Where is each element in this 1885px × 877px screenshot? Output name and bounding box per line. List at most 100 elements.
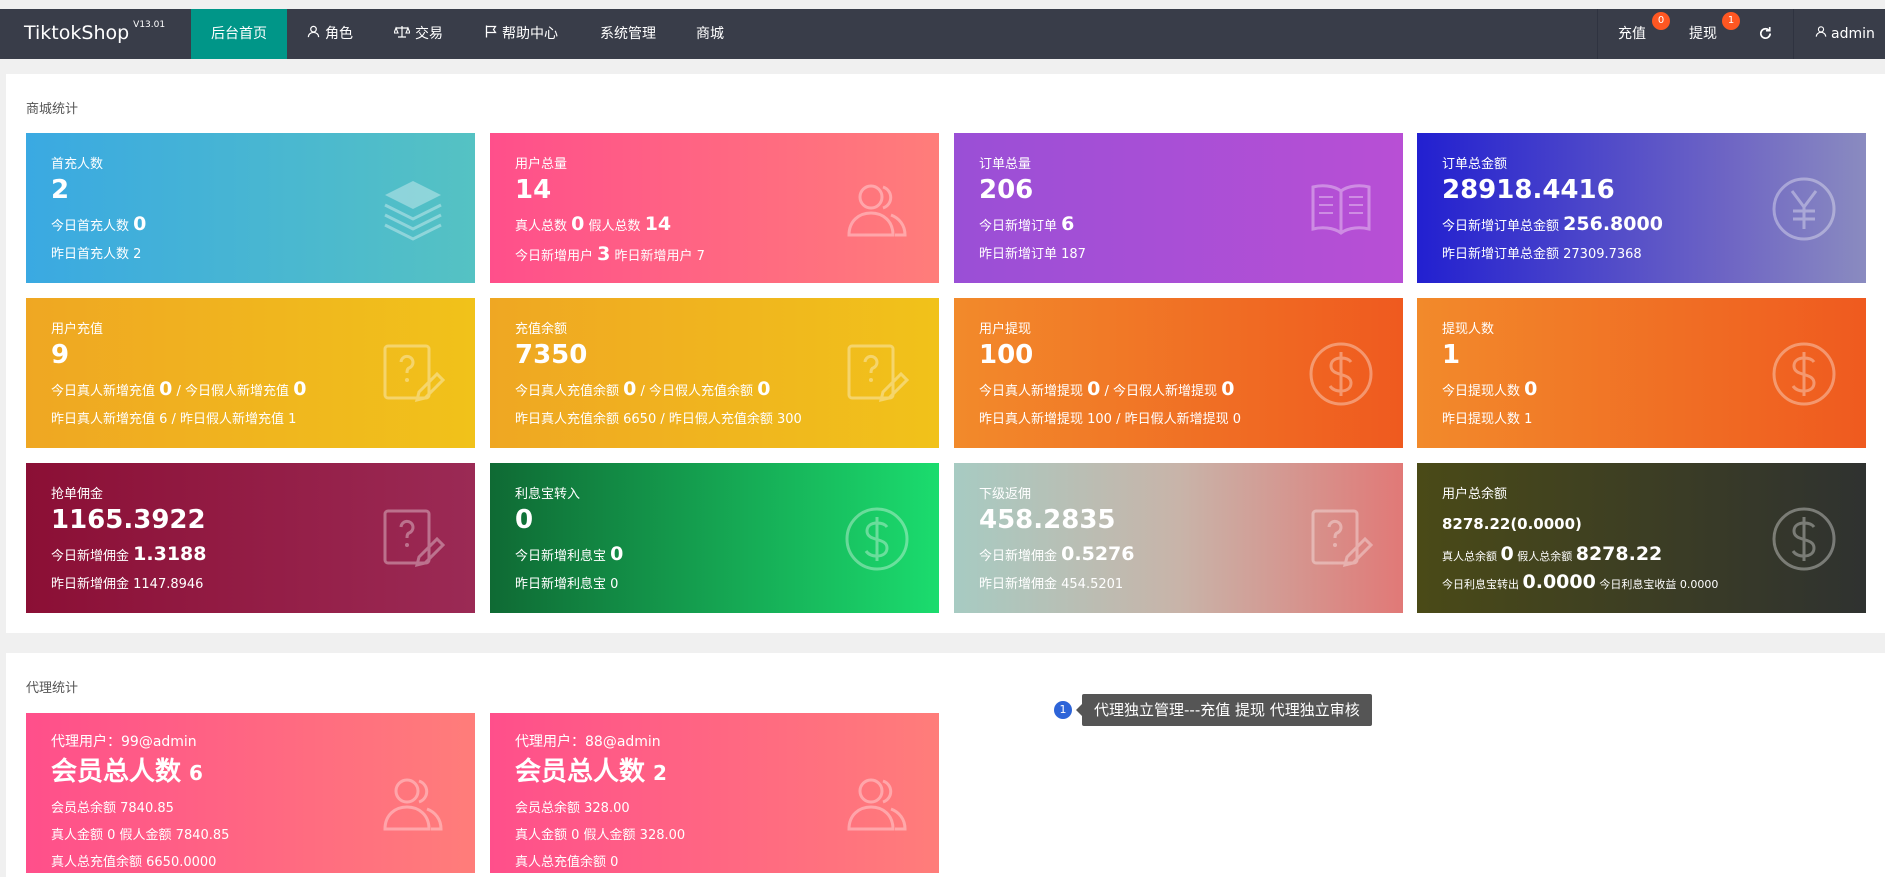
layers-icon [384, 181, 442, 241]
tooltip-number: 1 [1054, 701, 1072, 719]
card-line1: 今日新增佣金 1.3188 [51, 543, 207, 565]
card-line1: 今日首充人数 0 [51, 213, 147, 235]
username: admin [1831, 26, 1875, 42]
stat-card-orders[interactable]: 订单总量 206 今日新增订单 6 昨日新增订单 187 [954, 133, 1403, 283]
question-edit-icon [383, 509, 446, 568]
agent-card-amounts: 真人金额 0 假人金额 7840.85 [51, 828, 230, 843]
card-value: 8278.22(0.0000) [1442, 515, 1582, 533]
withdraw-link[interactable]: 提现 [1689, 9, 1717, 59]
recharge-link[interactable]: 充值 [1618, 9, 1646, 59]
dollar-icon [845, 507, 909, 571]
card-title: 首充人数 [51, 157, 104, 172]
dollar-icon [1309, 342, 1373, 406]
card-line2: 今日新增用户 3 昨日新增用户 7 [515, 243, 705, 265]
card-value: 7350 [515, 340, 588, 370]
nav-divider-2 [1793, 9, 1794, 59]
card-title: 用户总量 [515, 157, 568, 172]
agent-card-88[interactable]: 代理用户：88@admin 会员总人数 2 会员总余额 328.00 真人金额 0… [490, 713, 939, 873]
card-line2: 昨日首充人数 2 [51, 247, 142, 262]
card-title: 抢单佣金 [51, 487, 104, 502]
agent-card-99[interactable]: 代理用户：99@admin 会员总人数 6 会员总余额 7840.85 真人金额 … [26, 713, 475, 873]
refresh-icon[interactable] [1758, 26, 1773, 42]
stat-card-order-amount[interactable]: 订单总金额 28918.4416 今日新增订单总金额 256.8000 昨日新增… [1417, 133, 1866, 283]
nav-home[interactable]: 后台首页 [191, 9, 287, 59]
users-icon [847, 184, 907, 237]
stat-card-user-withdraw[interactable]: 用户提现 100 今日真人新增提现 0 / 今日假人新增提现 0 昨日真人新增提… [954, 298, 1403, 448]
card-value: 9 [51, 340, 70, 370]
shop-stats-title: 商城统计 [26, 102, 79, 117]
book-icon [1311, 184, 1371, 235]
card-value: 1 [1442, 340, 1461, 370]
card-title: 充值余额 [515, 322, 568, 337]
card-title: 提现人数 [1442, 322, 1495, 337]
app-logo[interactable]: TiktokShop V13.01 [24, 20, 166, 44]
stat-card-grab-commission[interactable]: 抢单佣金 1165.3922 今日新增佣金 1.3188 昨日新增佣金 1147… [26, 463, 475, 613]
top-navbar: TiktokShop V13.01 后台首页 角色 交易 帮助中心 系统管理 商城… [0, 9, 1885, 59]
dollar-icon [1772, 342, 1836, 406]
card-line1: 真人总余额 0 假人总余额 8278.22 [1442, 543, 1663, 565]
card-line2: 昨日真人新增提现 100 / 昨日假人新增提现 0 [979, 412, 1241, 427]
card-value: 100 [979, 340, 1034, 370]
card-title: 用户充值 [51, 322, 104, 337]
stat-card-sub-rebate[interactable]: 下级返佣 458.2835 今日新增佣金 0.5276 昨日新增佣金 454.5… [954, 463, 1403, 613]
card-line2: 昨日新增订单总金额 27309.7368 [1442, 247, 1642, 262]
stat-card-withdraw-users[interactable]: 提现人数 1 今日提现人数 0 昨日提现人数 1 [1417, 298, 1866, 448]
card-line2: 今日利息宝转出 0.0000 今日利息宝收益 0.0000 [1442, 571, 1719, 593]
agent-card-balance: 会员总余额 328.00 [515, 801, 630, 816]
nav-mall[interactable]: 商城 [676, 9, 744, 59]
agent-card-recharge: 真人总充值余额 6650.0000 [51, 855, 217, 870]
users-icon [383, 778, 443, 831]
card-title: 订单总量 [979, 157, 1032, 172]
user-icon [307, 10, 320, 60]
nav-trade[interactable]: 交易 [374, 9, 463, 59]
card-value: 2 [51, 175, 70, 205]
card-line1: 今日真人新增充值 0 / 今日假人新增充值 0 [51, 378, 307, 400]
question-edit-icon [847, 344, 910, 403]
card-title: 订单总金额 [1442, 157, 1508, 172]
agent-card-title: 代理用户：88@admin [515, 734, 661, 750]
card-value: 0 [515, 505, 534, 535]
stat-card-first-recharge[interactable]: 首充人数 2 今日首充人数 0 昨日首充人数 2 [26, 133, 475, 283]
scale-icon [393, 10, 411, 60]
card-line1: 今日新增佣金 0.5276 [979, 543, 1135, 565]
nav-role[interactable]: 角色 [287, 9, 373, 59]
withdraw-badge: 1 [1722, 12, 1740, 30]
card-line1: 今日新增订单总金额 256.8000 [1442, 213, 1663, 235]
card-line2: 昨日新增订单 187 [979, 247, 1086, 262]
card-line1: 今日真人充值余额 0 / 今日假人充值余额 0 [515, 378, 771, 400]
logo-text: TiktokShop [24, 22, 130, 44]
card-value: 458.2835 [979, 505, 1116, 535]
stat-card-recharge-balance[interactable]: 充值余额 7350 今日真人充值余额 0 / 今日假人充值余额 0 昨日真人充值… [490, 298, 939, 448]
user-menu-icon [1815, 9, 1827, 59]
agent-card-value: 会员总人数 2 [515, 757, 667, 787]
agent-stats-title: 代理统计 [26, 681, 79, 696]
tooltip-text: 代理独立管理---充值 提现 代理独立审核 [1076, 694, 1372, 726]
top-strip [0, 0, 1885, 9]
stat-card-user-recharge[interactable]: 用户充值 9 今日真人新增充值 0 / 今日假人新增充值 0 昨日真人新增充值 … [26, 298, 475, 448]
users-icon [847, 778, 907, 831]
recharge-badge: 0 [1652, 12, 1670, 30]
card-line2: 昨日新增佣金 454.5201 [979, 577, 1124, 592]
version-label: V13.01 [133, 20, 166, 30]
card-title: 利息宝转入 [515, 487, 581, 502]
nav-help[interactable]: 帮助中心 [465, 9, 578, 59]
question-edit-icon [1311, 509, 1374, 568]
dollar-icon [1772, 507, 1836, 571]
card-line1: 今日提现人数 0 [1442, 378, 1538, 400]
agent-card-amounts: 真人金额 0 假人金额 328.00 [515, 828, 686, 843]
user-menu[interactable]: admin [1815, 9, 1875, 59]
stat-card-users[interactable]: 用户总量 14 真人总数 0 假人总数 14 今日新增用户 3 昨日新增用户 7 [490, 133, 939, 283]
card-value: 14 [515, 175, 552, 205]
yen-icon [1772, 177, 1836, 241]
nav-system[interactable]: 系统管理 [580, 9, 676, 59]
card-title: 用户提现 [979, 322, 1032, 337]
card-line1: 今日新增订单 6 [979, 213, 1075, 235]
stat-card-interest-in[interactable]: 利息宝转入 0 今日新增利息宝 0 昨日新增利息宝 0 [490, 463, 939, 613]
stat-card-total-balance[interactable]: 用户总余额 8278.22(0.0000) 真人总余额 0 假人总余额 8278… [1417, 463, 1866, 613]
flag-icon [485, 10, 497, 60]
question-edit-icon [383, 344, 446, 403]
agent-card-value: 会员总人数 6 [51, 757, 203, 787]
card-line2: 昨日真人新增充值 6 / 昨日假人新增充值 1 [51, 412, 297, 427]
card-value: 206 [979, 175, 1034, 205]
agent-card-recharge: 真人总充值余额 0 [515, 855, 619, 870]
